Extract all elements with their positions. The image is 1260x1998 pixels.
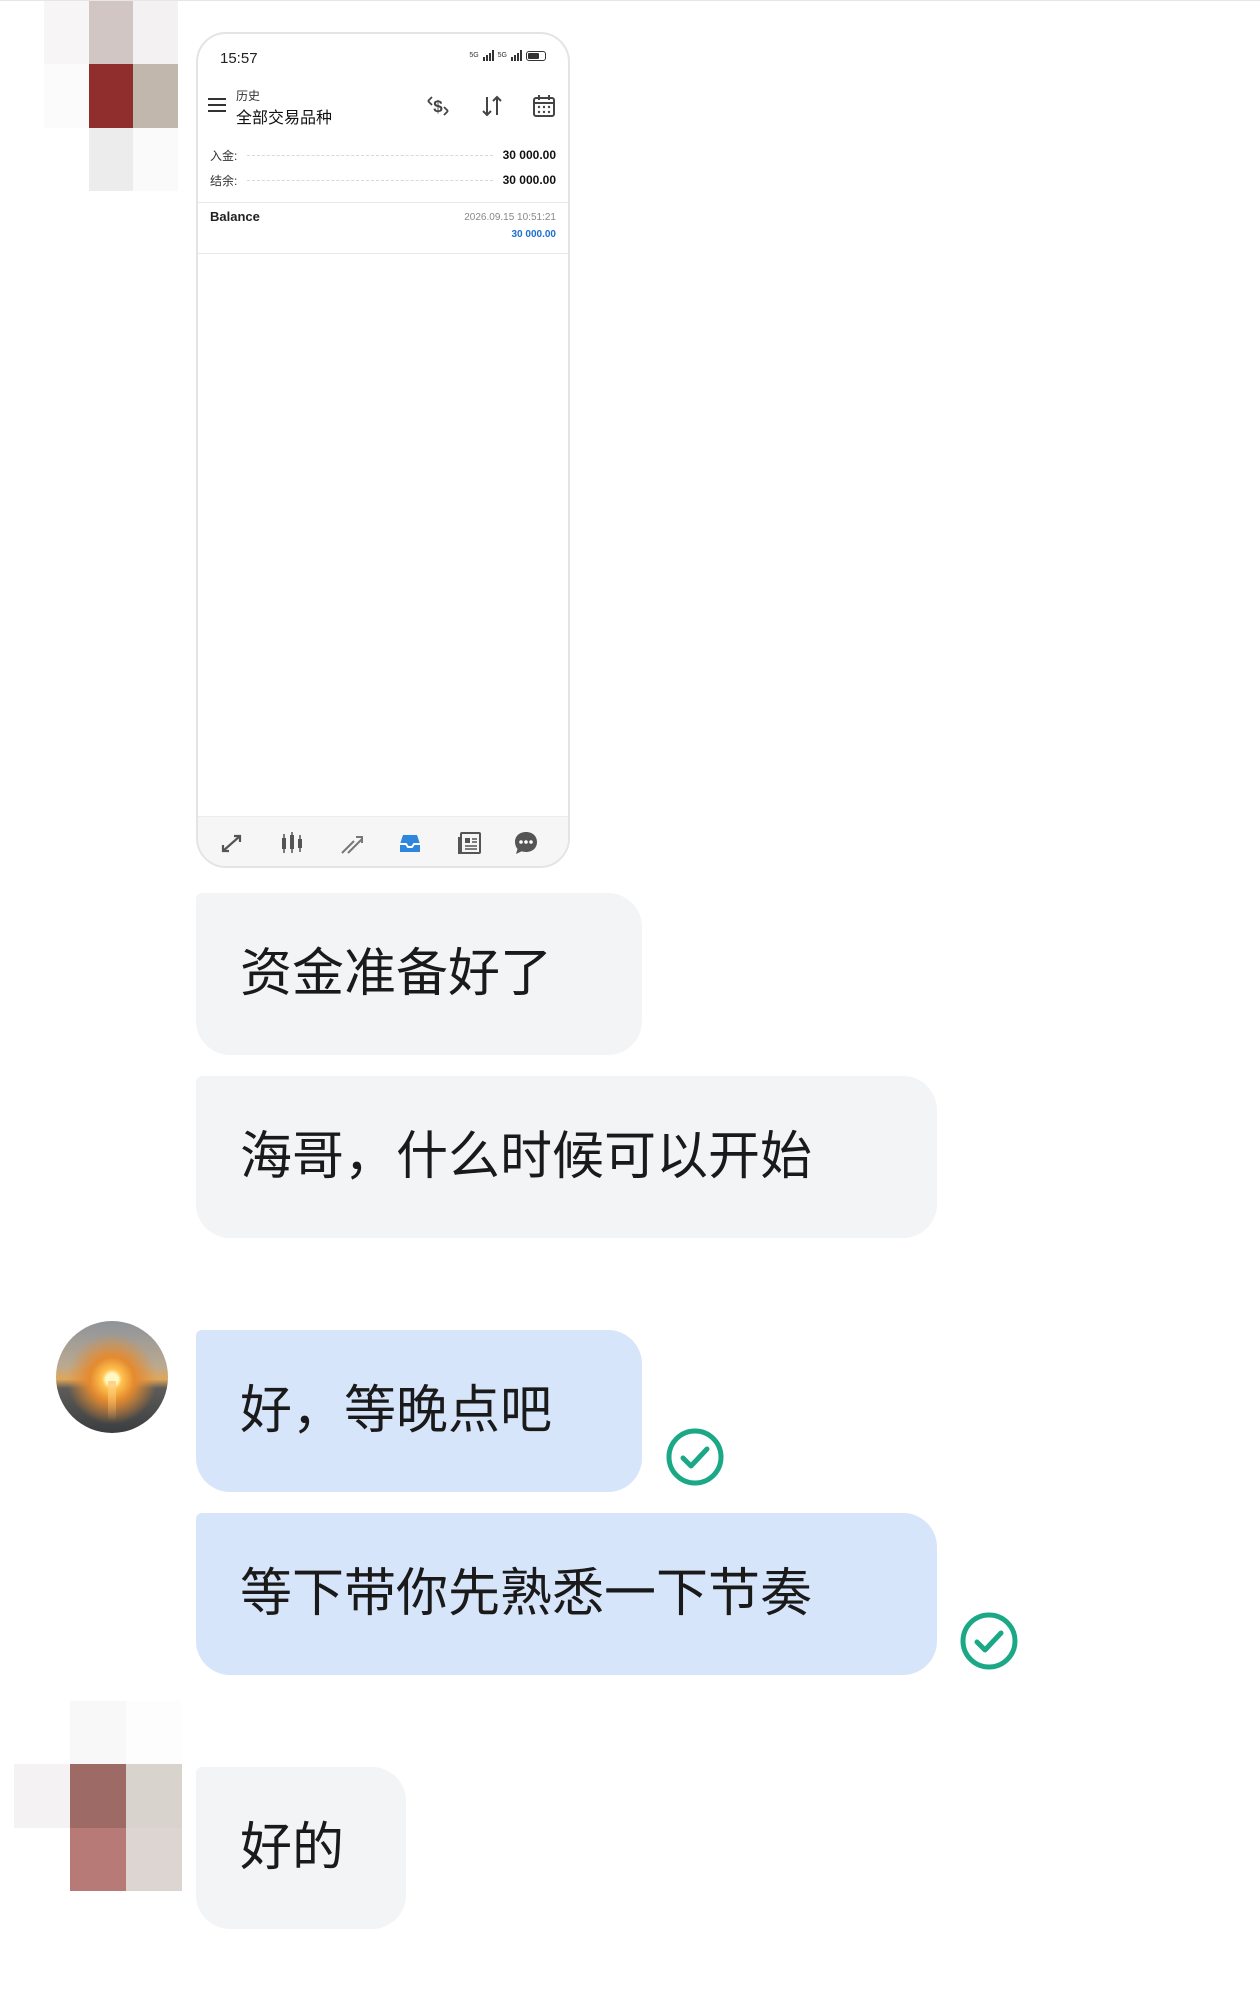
message-bubble-incoming[interactable]: 资金准备好了 bbox=[196, 893, 642, 1055]
news-icon bbox=[458, 832, 481, 854]
sun-reflection bbox=[108, 1381, 116, 1421]
message-text: 好，等晚点吧 bbox=[240, 1381, 553, 1441]
battery-icon bbox=[526, 50, 546, 61]
my-avatar[interactable] bbox=[56, 1321, 168, 1433]
entry-name: Balance bbox=[210, 209, 260, 224]
chart-icon bbox=[282, 832, 302, 853]
shared-screenshot-image[interactable]: 15:57 5G 5G 历史 全部交易品种 $ 入金: 30 000.00 结余… bbox=[196, 32, 570, 868]
leader-dots bbox=[247, 179, 493, 181]
message-text: 资金准备好了 bbox=[240, 944, 553, 1004]
contact-avatar[interactable] bbox=[14, 1701, 182, 1891]
message-text: 海哥，什么时候可以开始 bbox=[240, 1127, 813, 1187]
screen-subtitle: 历史 bbox=[236, 89, 261, 103]
summary-row: 入金: 30 000.00 bbox=[210, 145, 556, 165]
read-check-icon bbox=[960, 1612, 1018, 1670]
svg-text:$: $ bbox=[433, 97, 443, 116]
status-time: 15:57 bbox=[220, 50, 258, 67]
history-icon bbox=[400, 835, 420, 852]
message-bubble-outgoing[interactable]: 等下带你先熟悉一下节奏 bbox=[196, 1513, 937, 1675]
signal-icon bbox=[511, 50, 522, 61]
chat-conversation: 15:57 5G 5G 历史 全部交易品种 $ 入金: 30 000.00 结余… bbox=[0, 0, 1260, 1998]
sort-icon bbox=[482, 95, 502, 117]
signal-icon bbox=[482, 50, 494, 61]
entry-amount: 30 000.00 bbox=[511, 229, 557, 240]
menu-icon bbox=[208, 98, 226, 112]
status-bar-icons: 5G 5G bbox=[469, 50, 546, 61]
entry-datetime: 2026.09.15 10:51:21 bbox=[464, 212, 556, 223]
message-text: 等下带你先熟悉一下节奏 bbox=[240, 1564, 813, 1624]
contact-avatar[interactable] bbox=[44, 1, 178, 191]
message-bubble-incoming[interactable]: 海哥，什么时候可以开始 bbox=[196, 1076, 937, 1238]
quotes-icon bbox=[221, 834, 242, 853]
message-text: 好的 bbox=[240, 1818, 345, 1878]
read-check-icon bbox=[666, 1428, 724, 1486]
divider bbox=[198, 253, 568, 254]
deposit-filter-icon: $ bbox=[427, 96, 449, 116]
calendar-icon bbox=[533, 95, 555, 117]
messages-icon bbox=[515, 832, 537, 854]
screen-title: 全部交易品种 bbox=[236, 110, 333, 127]
summary-label: 入金: bbox=[210, 148, 238, 163]
network-label: 5G bbox=[497, 52, 507, 59]
summary-label: 结余: bbox=[210, 173, 238, 188]
leader-dots bbox=[247, 154, 493, 156]
divider bbox=[198, 202, 568, 203]
message-bubble-incoming[interactable]: 好的 bbox=[196, 1767, 406, 1929]
message-bubble-outgoing[interactable]: 好，等晚点吧 bbox=[196, 1330, 642, 1492]
trade-icon bbox=[341, 836, 363, 854]
summary-value: 30 000.00 bbox=[502, 173, 556, 187]
network-label: 5G bbox=[469, 52, 479, 59]
summary-row: 结余: 30 000.00 bbox=[210, 170, 556, 190]
bottom-tab-bar bbox=[198, 816, 568, 866]
summary-value: 30 000.00 bbox=[502, 148, 556, 162]
